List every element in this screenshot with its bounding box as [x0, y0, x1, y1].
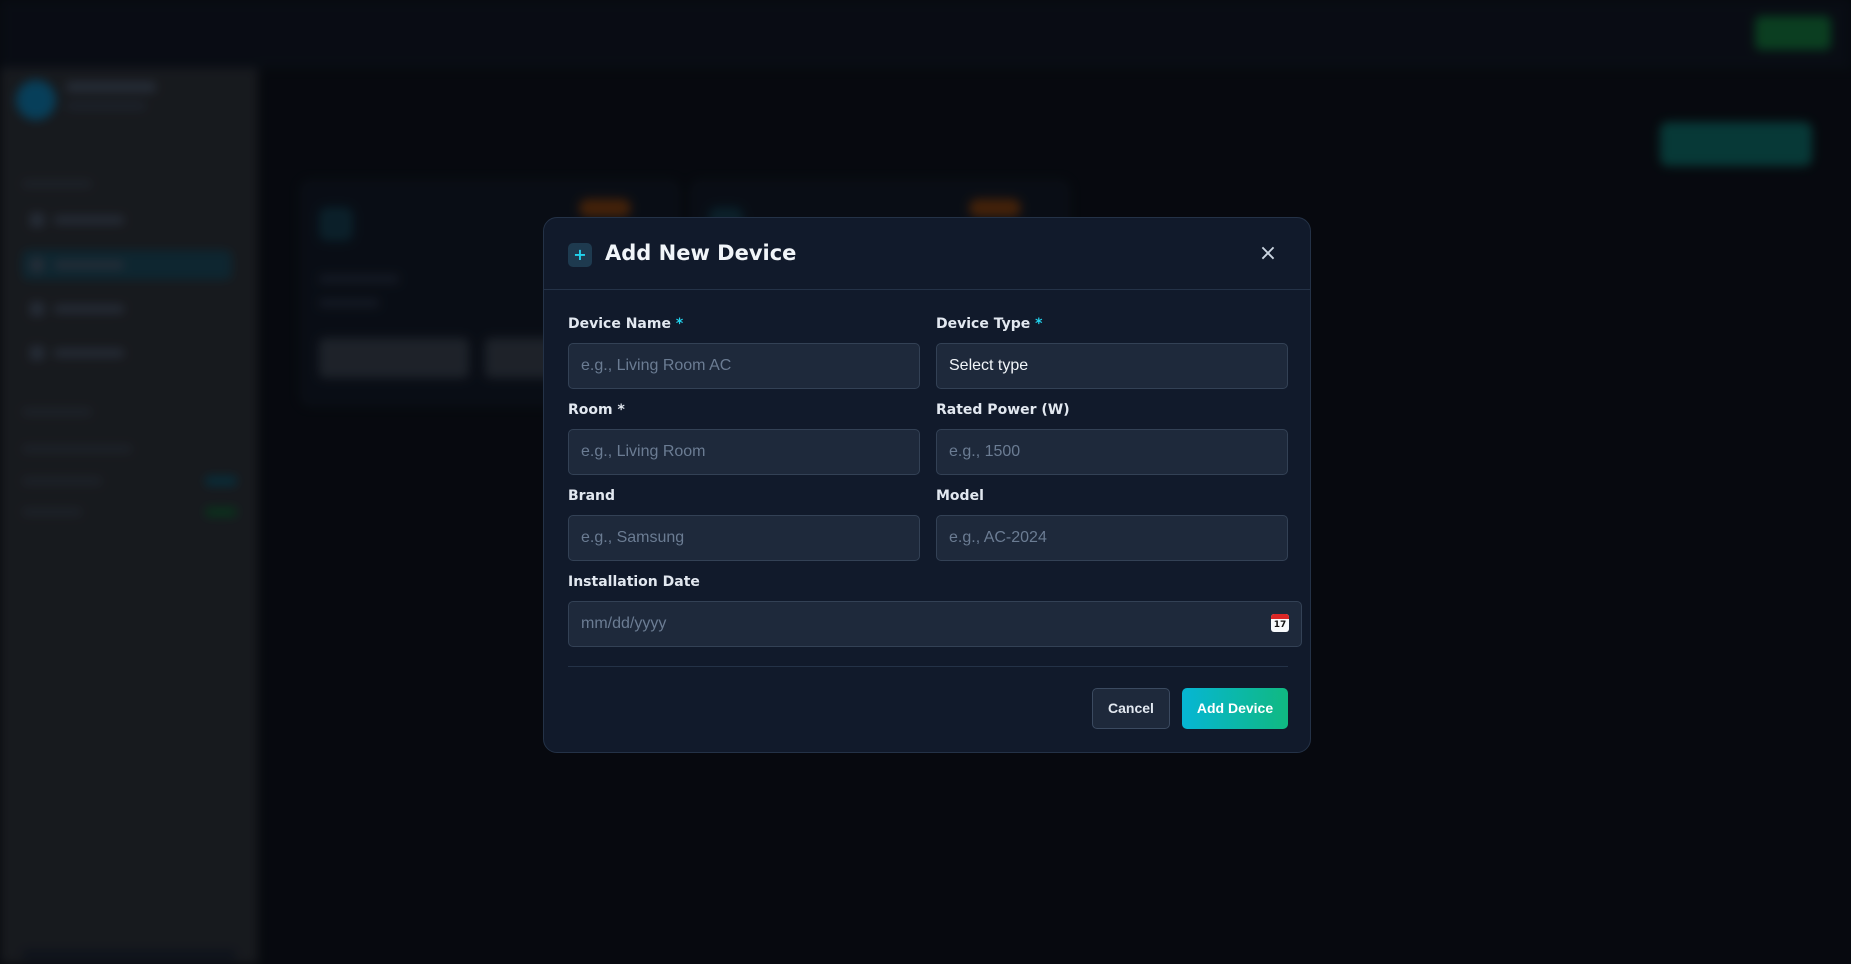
modal-header: + Add New Device × — [544, 218, 1310, 290]
device-type-field: Device Type * Select type — [936, 316, 1288, 389]
add-device-button[interactable]: Add Device — [1182, 688, 1288, 729]
calendar-icon[interactable]: 17 — [1271, 614, 1289, 632]
modal-title: Add New Device — [605, 241, 797, 265]
installation-date-placeholder: mm/dd/yyyy — [581, 615, 667, 632]
footer-divider — [568, 666, 1288, 667]
device-type-label: Device Type * — [936, 316, 1043, 332]
plus-icon: + — [568, 243, 592, 267]
brand-label: Brand — [568, 488, 616, 504]
room-input[interactable]: e.g., Living Room — [568, 429, 920, 475]
room-field: Room * e.g., Living Room — [568, 402, 920, 475]
model-field: Model e.g., AC-2024 — [936, 488, 1288, 561]
required-mark: * — [1035, 316, 1043, 332]
device-name-field: Device Name * e.g., Living Room AC — [568, 316, 920, 389]
room-label: Room * — [568, 402, 625, 418]
device-name-label: Device Name * — [568, 316, 684, 332]
installation-date-input[interactable]: mm/dd/yyyy 17 — [568, 601, 1302, 647]
required-mark: * — [675, 316, 684, 332]
close-icon[interactable]: × — [1256, 242, 1280, 266]
installation-date-label: Installation Date — [568, 574, 700, 590]
rated-power-input[interactable]: e.g., 1500 — [936, 429, 1288, 475]
calendar-icon-number: 17 — [1273, 620, 1287, 630]
device-type-select[interactable]: Select type — [936, 343, 1288, 389]
model-label: Model — [936, 488, 984, 504]
add-device-modal: + Add New Device × Device Name * e.g., L… — [543, 217, 1311, 753]
rated-power-field: Rated Power (W) e.g., 1500 — [936, 402, 1288, 475]
installation-date-field: Installation Date mm/dd/yyyy 17 — [568, 574, 1302, 647]
rated-power-label: Rated Power (W) — [936, 402, 1070, 418]
brand-input[interactable]: e.g., Samsung — [568, 515, 920, 561]
device-name-input[interactable]: e.g., Living Room AC — [568, 343, 920, 389]
model-input[interactable]: e.g., AC-2024 — [936, 515, 1288, 561]
brand-field: Brand e.g., Samsung — [568, 488, 920, 561]
cancel-button[interactable]: Cancel — [1092, 688, 1170, 729]
